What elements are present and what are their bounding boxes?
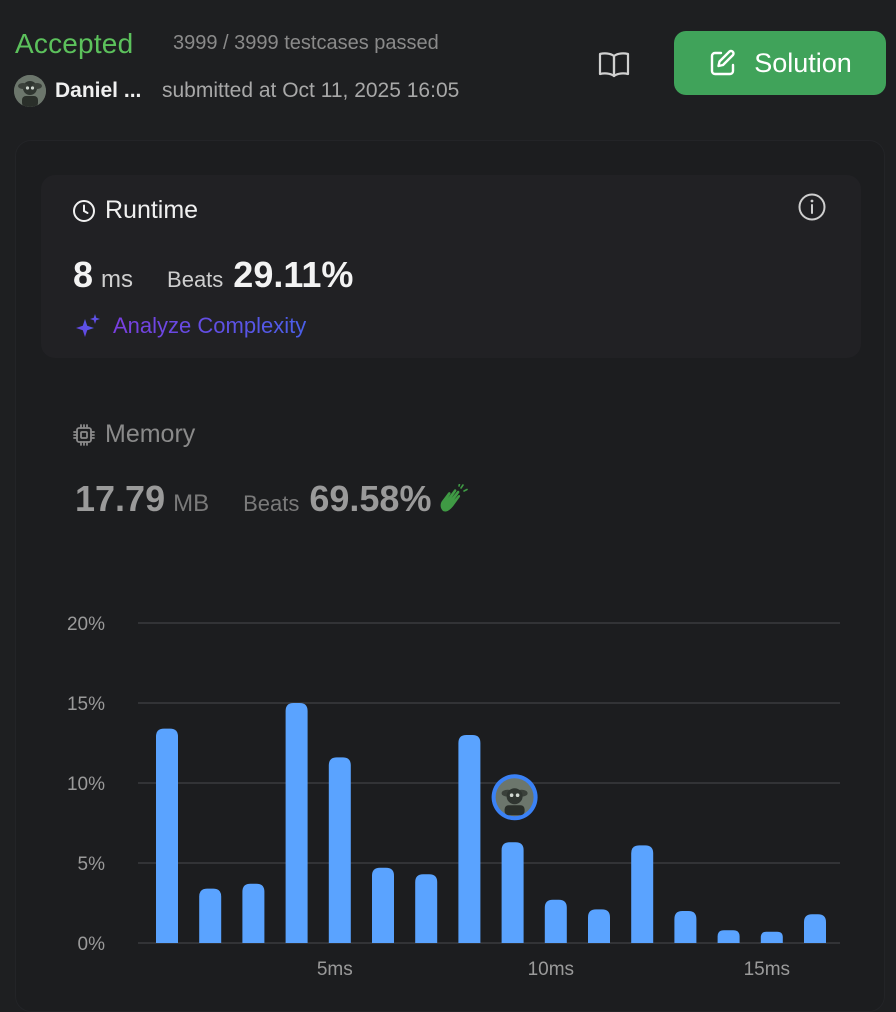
bar[interactable] <box>674 911 697 943</box>
runtime-title: Runtime <box>72 196 198 225</box>
runtime-distribution-chart: 0% 5% 10% 15% 20% 5ms 10ms 15ms <box>67 614 840 980</box>
bar[interactable] <box>760 931 783 943</box>
x-tick-label: 10ms <box>528 959 574 980</box>
bar[interactable] <box>156 728 178 943</box>
avatar[interactable] <box>14 75 46 107</box>
sparkle-icon <box>76 314 100 337</box>
bar[interactable] <box>242 883 265 943</box>
edit-icon <box>711 49 735 76</box>
bar[interactable] <box>285 703 308 943</box>
bar[interactable] <box>717 930 740 943</box>
bar[interactable] <box>415 874 438 943</box>
chip-icon <box>73 423 95 446</box>
memory-label: Memory <box>105 420 196 448</box>
runtime-beats-value: 29.11% <box>233 254 354 295</box>
runtime-beats-label: Beats <box>167 267 224 292</box>
submission-header: Accepted 3999 / 3999 testcases passed Da… <box>0 0 896 130</box>
memory-beats-label: Beats <box>243 491 300 516</box>
editorial-button[interactable] <box>585 40 643 88</box>
bar[interactable] <box>328 757 351 943</box>
y-tick-label: 10% <box>67 774 105 795</box>
y-tick-label: 20% <box>67 614 105 635</box>
bar[interactable] <box>804 914 826 943</box>
y-tick-label: 5% <box>78 854 106 875</box>
bar[interactable] <box>544 899 567 943</box>
user-position-avatar[interactable] <box>491 774 538 821</box>
submission-status: Accepted <box>15 28 134 59</box>
analyze-complexity-label[interactable]: Analyze Complexity <box>113 313 306 339</box>
x-tick-label: 5ms <box>317 959 353 980</box>
testcases-summary: 3999 / 3999 testcases passed <box>173 32 439 54</box>
y-tick-label: 0% <box>78 934 106 955</box>
runtime-unit: ms <box>101 266 134 293</box>
bar[interactable] <box>199 888 222 943</box>
solution-button[interactable]: Solution <box>674 31 886 95</box>
memory-value: 17.79 <box>75 478 166 519</box>
bar[interactable] <box>458 735 481 943</box>
solution-label: Solution <box>754 47 852 78</box>
bar[interactable] <box>501 842 524 943</box>
clapping-hands-icon <box>437 484 469 514</box>
runtime-label: Runtime <box>105 196 199 224</box>
memory-title: Memory <box>72 420 195 449</box>
memory-unit: MB <box>173 490 210 517</box>
memory-metric[interactable]: 17.79 MB Beats 69.58% <box>75 478 469 520</box>
bar[interactable] <box>372 867 394 943</box>
submitted-time: submitted at Oct 11, 2025 16:05 <box>162 79 460 102</box>
y-tick-label: 15% <box>67 694 105 715</box>
bar[interactable] <box>588 909 610 943</box>
runtime-metric: 8 ms Beats 29.11% <box>73 254 353 296</box>
x-tick-label: 15ms <box>744 959 790 980</box>
info-icon[interactable] <box>797 192 827 227</box>
analyze-complexity-link[interactable]: Analyze Complexity <box>73 311 306 341</box>
memory-beats-value: 69.58% <box>309 478 432 519</box>
bar[interactable] <box>631 845 654 943</box>
username[interactable]: Daniel ... <box>55 79 141 103</box>
clock-icon <box>73 199 95 222</box>
runtime-value: 8 <box>73 254 94 295</box>
book-icon <box>598 52 630 78</box>
